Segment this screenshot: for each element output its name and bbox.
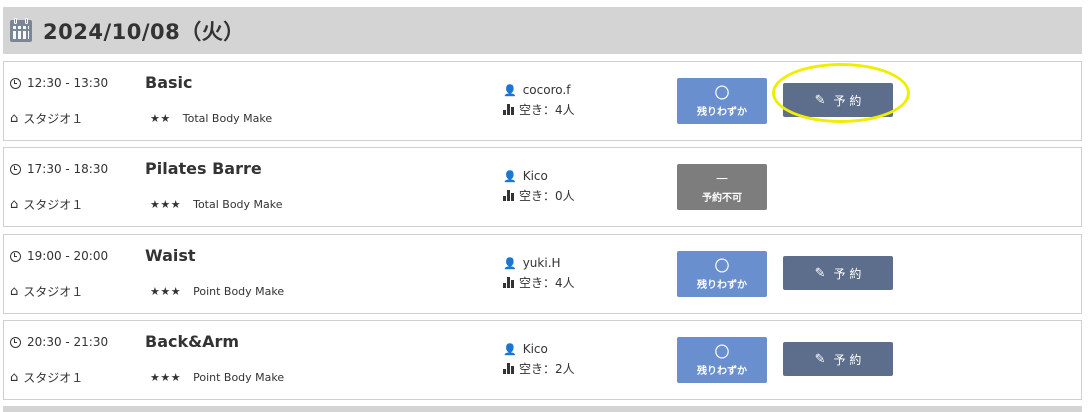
lesson-time: 20:30 - 21:30 — [27, 335, 109, 349]
home-icon: ⌂ — [10, 284, 19, 299]
reserve-button[interactable]: ✎ 予 約 — [783, 256, 893, 290]
clock-icon — [10, 336, 21, 348]
reserve-button[interactable]: ✎ 予 約 — [783, 342, 893, 376]
clock-icon — [10, 250, 21, 262]
lesson-name: Basic — [145, 73, 193, 92]
studio-label: スタジオ１ — [23, 112, 84, 126]
instructor-name: yuki.H — [522, 256, 561, 270]
date-header: 2024/10/08（火） — [3, 7, 1082, 54]
program-label: Total Body Make — [182, 112, 273, 125]
lesson-card: 20:30 - 21:30 Back&Arm ⌂ スタジオ１ ★★★ Point B… — [3, 320, 1082, 400]
home-icon: ⌂ — [10, 370, 19, 385]
lesson-card: 12:30 - 13:30 Basic ⌂ スタジオ１ ★★ Total Body … — [3, 61, 1082, 141]
vacancy-label: 空き：4人 — [519, 276, 575, 290]
pencil-icon: ✎ — [814, 92, 826, 108]
date-title: 2024/10/08（火） — [43, 19, 245, 44]
instructor-name: cocoro.f — [522, 83, 571, 97]
vacancy-label: 空き：4人 — [519, 103, 575, 117]
reserve-button[interactable]: ✎ 予 約 — [783, 83, 893, 117]
lesson-card: 19:00 - 20:00 Waist ⌂ スタジオ１ ★★★ Point Body… — [3, 234, 1082, 314]
instructor-name: Kico — [522, 169, 548, 183]
vacancy-label: 空き：2人 — [519, 362, 575, 376]
lesson-name: Back&Arm — [145, 332, 240, 351]
calendar-icon — [10, 17, 32, 42]
user-icon: 👤 — [503, 342, 517, 356]
clock-icon — [10, 163, 21, 175]
lesson-time: 19:00 - 20:00 — [27, 249, 109, 263]
difficulty-stars: ★★★ — [150, 198, 182, 211]
pencil-icon: ✎ — [814, 265, 826, 281]
pencil-icon: ✎ — [814, 351, 826, 367]
user-icon: 👤 — [503, 256, 517, 270]
user-icon: 👤 — [503, 169, 517, 183]
studio-label: スタジオ１ — [23, 371, 84, 385]
home-icon: ⌂ — [10, 197, 19, 212]
lesson-time: 17:30 - 18:30 — [27, 162, 109, 176]
status-badge: 〇残りわずか — [677, 78, 767, 124]
home-icon: ⌂ — [10, 111, 19, 126]
lesson-name: Pilates Barre — [145, 159, 262, 178]
bar-chart-icon — [503, 104, 514, 115]
bar-chart-icon — [503, 277, 514, 288]
program-label: Total Body Make — [193, 198, 283, 211]
program-label: Point Body Make — [193, 285, 285, 298]
bar-chart-icon — [503, 363, 514, 374]
program-label: Point Body Make — [193, 371, 285, 384]
clock-icon — [10, 77, 21, 89]
status-badge: －予約不可 — [677, 164, 767, 210]
instructor-name: Kico — [522, 342, 548, 356]
next-date-header — [3, 406, 1082, 412]
difficulty-stars: ★★★ — [150, 371, 182, 384]
difficulty-stars: ★★★ — [150, 285, 182, 298]
bar-chart-icon — [503, 190, 514, 201]
difficulty-stars: ★★ — [150, 112, 171, 125]
status-badge: 〇残りわずか — [677, 337, 767, 383]
user-icon: 👤 — [503, 83, 517, 97]
lesson-name: Waist — [145, 246, 196, 265]
vacancy-label: 空き：0人 — [519, 189, 575, 203]
studio-label: スタジオ１ — [23, 198, 84, 212]
lesson-time: 12:30 - 13:30 — [27, 76, 109, 90]
lesson-card: 17:30 - 18:30 Pilates Barre ⌂ スタジオ１ ★★★ To… — [3, 147, 1082, 227]
status-badge: 〇残りわずか — [677, 251, 767, 297]
studio-label: スタジオ１ — [23, 285, 84, 299]
